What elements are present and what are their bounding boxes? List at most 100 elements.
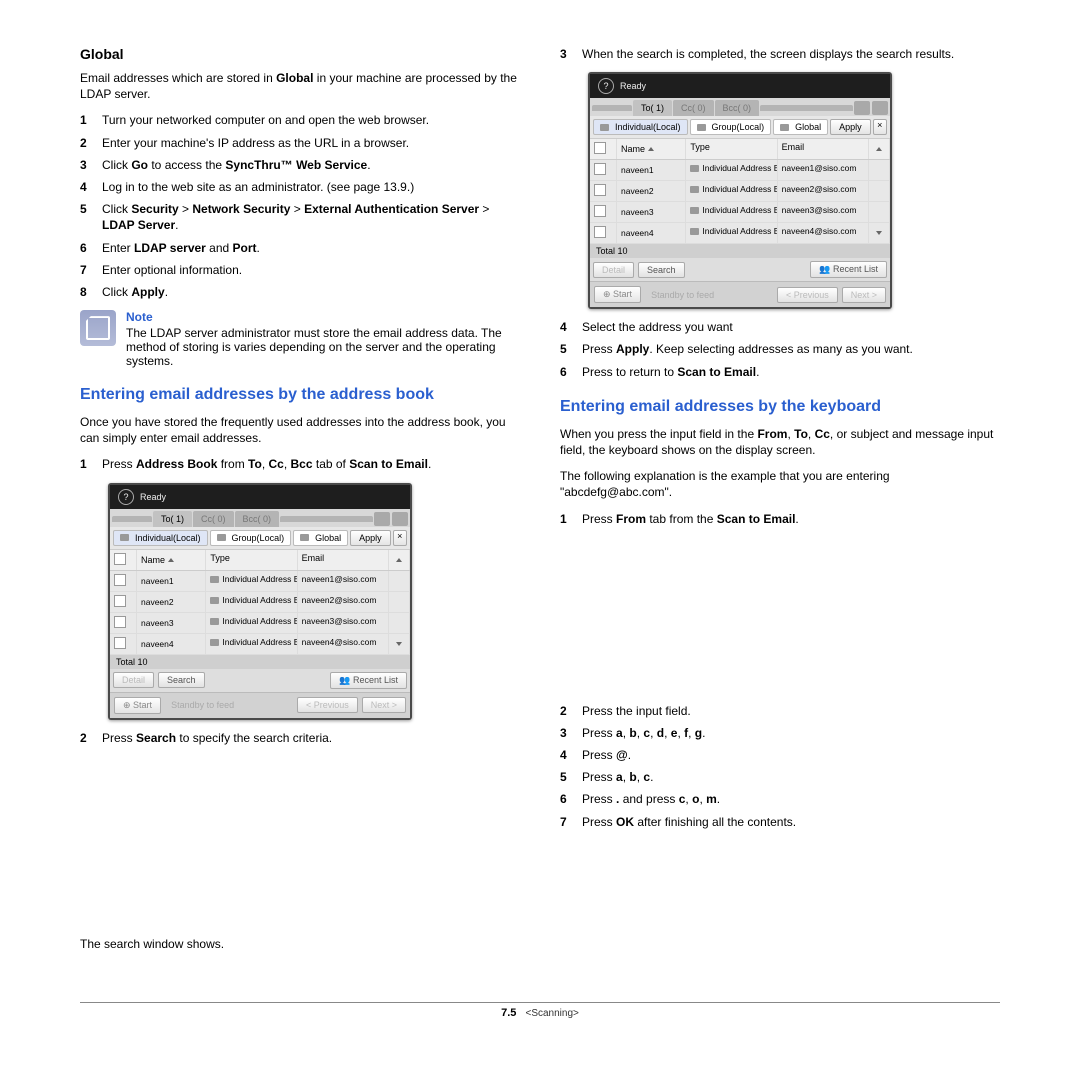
select-all-checkbox[interactable] bbox=[594, 142, 606, 154]
tool-icon[interactable] bbox=[374, 512, 390, 526]
addressbook-steps-b: 2Press Search to specify the search crit… bbox=[80, 730, 520, 746]
section-label: <Scanning> bbox=[525, 1008, 578, 1019]
col-email[interactable]: Email bbox=[298, 550, 389, 570]
global-filter[interactable]: Global bbox=[293, 530, 348, 546]
row-checkbox[interactable] bbox=[594, 226, 606, 238]
start-button[interactable]: ⊕ Start bbox=[114, 697, 161, 714]
next-button[interactable]: Next > bbox=[842, 287, 886, 303]
book-icon bbox=[210, 618, 219, 625]
search-button[interactable]: Search bbox=[158, 672, 205, 688]
back-icon[interactable] bbox=[592, 105, 632, 111]
col-type[interactable]: Type bbox=[686, 139, 777, 159]
next-button[interactable]: Next > bbox=[362, 697, 406, 713]
select-all-checkbox[interactable] bbox=[114, 553, 126, 565]
scroll-up-icon[interactable] bbox=[876, 147, 882, 151]
note-icon bbox=[80, 310, 116, 346]
right-steps-a: 3When the search is completed, the scree… bbox=[560, 46, 1000, 62]
table-row[interactable]: naveen2Individual Address Booknaveen2@si… bbox=[110, 592, 410, 613]
table-row[interactable]: naveen1Individual Address Booknaveen1@si… bbox=[590, 160, 890, 181]
recipient-tab[interactable]: Bcc( 0) bbox=[235, 511, 280, 527]
keyboard-steps-b: 2Press the input field.3Press a, b, c, d… bbox=[560, 703, 1000, 830]
row-checkbox[interactable] bbox=[594, 205, 606, 217]
recipient-tab[interactable]: To( 1) bbox=[153, 511, 192, 527]
keyboard-p1: When you press the input field in the Fr… bbox=[560, 426, 1000, 458]
book-icon bbox=[210, 576, 219, 583]
apply-button[interactable]: Apply bbox=[350, 530, 391, 546]
group-filter[interactable]: Group(Local) bbox=[690, 119, 772, 135]
table-row[interactable]: naveen4Individual Address Booknaveen4@si… bbox=[110, 634, 410, 655]
book-icon bbox=[690, 228, 699, 235]
book-icon bbox=[780, 124, 789, 131]
book-icon bbox=[697, 124, 706, 131]
row-checkbox[interactable] bbox=[114, 637, 126, 649]
apply-button[interactable]: Apply bbox=[830, 119, 871, 135]
group-filter[interactable]: Group(Local) bbox=[210, 530, 292, 546]
book-icon bbox=[600, 124, 609, 131]
individual-filter[interactable]: Individual(Local) bbox=[113, 530, 208, 546]
individual-filter[interactable]: Individual(Local) bbox=[593, 119, 688, 135]
table-row[interactable]: naveen3Individual Address Booknaveen3@si… bbox=[590, 202, 890, 223]
sort-asc-icon bbox=[648, 147, 654, 151]
book-icon bbox=[210, 639, 219, 646]
col-name[interactable]: Name bbox=[617, 139, 686, 159]
col-name[interactable]: Name bbox=[137, 550, 206, 570]
back-icon[interactable] bbox=[112, 516, 152, 522]
tool-icon[interactable] bbox=[854, 101, 870, 115]
scroll-down-icon[interactable] bbox=[876, 231, 882, 235]
table-row[interactable]: naveen1Individual Address Booknaveen1@si… bbox=[110, 571, 410, 592]
recent-list-button[interactable]: 👥 Recent List bbox=[810, 261, 887, 278]
scroll-up-icon[interactable] bbox=[396, 558, 402, 562]
status-ready: Ready bbox=[140, 492, 166, 502]
book-icon bbox=[217, 534, 226, 541]
previous-button[interactable]: < Previous bbox=[777, 287, 838, 303]
recipient-tab[interactable]: To( 1) bbox=[633, 100, 672, 116]
address-book-screenshot-1: ? Ready To( 1)Cc( 0)Bcc( 0) Individual(Loca… bbox=[108, 483, 412, 720]
book-icon bbox=[690, 207, 699, 214]
help-icon[interactable]: ? bbox=[118, 489, 134, 505]
table-row[interactable]: naveen4Individual Address Booknaveen4@si… bbox=[590, 223, 890, 244]
right-column: 3When the search is completed, the scree… bbox=[560, 40, 1000, 962]
recent-list-button[interactable]: 👥 Recent List bbox=[330, 672, 407, 689]
start-button[interactable]: ⊕ Start bbox=[594, 286, 641, 303]
note-block: Note The LDAP server administrator must … bbox=[80, 310, 520, 368]
detail-button[interactable]: Detail bbox=[593, 262, 634, 278]
keyboard-screenshot-placeholder bbox=[560, 537, 1000, 697]
search-button[interactable]: Search bbox=[638, 262, 685, 278]
book-icon bbox=[690, 165, 699, 172]
global-heading: Global bbox=[80, 46, 520, 62]
col-email[interactable]: Email bbox=[778, 139, 869, 159]
standby-label: Standby to feed bbox=[165, 698, 293, 712]
address-book-screenshot-2: ? Ready To( 1)Cc( 0)Bcc( 0) Individual(Loca… bbox=[588, 72, 892, 309]
recipient-tab[interactable]: Bcc( 0) bbox=[715, 100, 760, 116]
scroll-down-icon[interactable] bbox=[396, 642, 402, 646]
recipient-tab[interactable]: Cc( 0) bbox=[673, 100, 714, 116]
people-icon: 👥 bbox=[339, 675, 353, 685]
row-checkbox[interactable] bbox=[594, 184, 606, 196]
home-icon[interactable] bbox=[392, 512, 408, 526]
row-checkbox[interactable] bbox=[114, 616, 126, 628]
row-checkbox[interactable] bbox=[594, 163, 606, 175]
close-icon[interactable]: × bbox=[393, 530, 407, 546]
row-checkbox[interactable] bbox=[114, 574, 126, 586]
book-icon bbox=[210, 597, 219, 604]
page-number: 7.5 bbox=[501, 1007, 516, 1019]
people-icon: 👥 bbox=[819, 264, 833, 274]
recipient-tab[interactable]: Cc( 0) bbox=[193, 511, 234, 527]
keyboard-p2: The following explanation is the example… bbox=[560, 468, 1000, 500]
previous-button[interactable]: < Previous bbox=[297, 697, 358, 713]
book-icon bbox=[120, 534, 129, 541]
home-icon[interactable] bbox=[872, 101, 888, 115]
left-column: Global Email addresses which are stored … bbox=[80, 40, 520, 962]
global-filter[interactable]: Global bbox=[773, 119, 828, 135]
sort-asc-icon bbox=[168, 558, 174, 562]
detail-button[interactable]: Detail bbox=[113, 672, 154, 688]
col-type[interactable]: Type bbox=[206, 550, 297, 570]
help-icon[interactable]: ? bbox=[598, 78, 614, 94]
table-row[interactable]: naveen3Individual Address Booknaveen3@si… bbox=[110, 613, 410, 634]
table-row[interactable]: naveen2Individual Address Booknaveen2@si… bbox=[590, 181, 890, 202]
book-icon bbox=[300, 534, 309, 541]
row-checkbox[interactable] bbox=[114, 595, 126, 607]
status-ready: Ready bbox=[620, 81, 646, 91]
keyboard-steps-a: 1Press From tab from the Scan to Email. bbox=[560, 511, 1000, 527]
close-icon[interactable]: × bbox=[873, 119, 887, 135]
